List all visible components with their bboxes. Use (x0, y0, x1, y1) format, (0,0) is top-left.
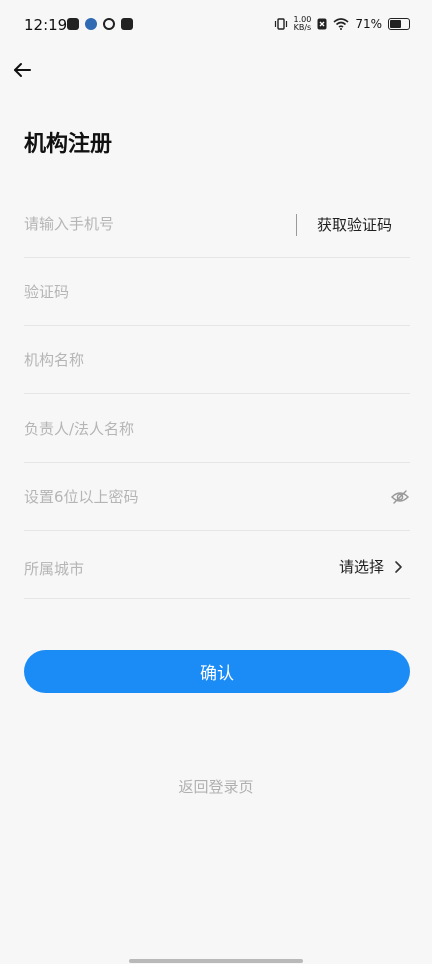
password-row (24, 463, 410, 531)
city-select-value: 请选择 (338, 558, 384, 576)
battery-icon (388, 18, 410, 30)
org-name-input[interactable] (24, 348, 274, 372)
person-row (24, 395, 410, 463)
back-to-login-link[interactable]: 返回登录页 (0, 776, 432, 797)
city-row[interactable]: 所属城市 请选择 (24, 531, 410, 599)
verification-code-input[interactable] (24, 280, 274, 304)
message-icon (121, 18, 133, 30)
battery-percent: 71% (355, 17, 382, 31)
status-time: 12:19 (24, 16, 68, 34)
tiktok-icon (67, 18, 79, 30)
vibrate-icon (274, 18, 287, 30)
page-title: 机构注册 (24, 132, 113, 157)
phone-row: 获取验证码 (24, 190, 410, 258)
chevron-right-icon (395, 560, 402, 573)
app-notification-icon (85, 18, 97, 30)
city-select[interactable]: 请选择 (339, 556, 406, 577)
sync-icon (103, 18, 115, 30)
eye-off-icon[interactable] (390, 487, 410, 507)
password-input[interactable] (24, 485, 274, 509)
back-button[interactable] (10, 58, 36, 82)
home-indicator[interactable] (129, 959, 303, 963)
status-right-group: 1.00 KB/s 71% (274, 16, 410, 32)
arrow-left-icon (14, 63, 31, 77)
code-row (24, 258, 410, 326)
no-sim-icon (317, 18, 327, 30)
city-label: 所属城市 (24, 560, 85, 578)
network-speed: 1.00 KB/s (294, 16, 312, 32)
status-bar: 12:19 1.00 KB/s 71% (0, 0, 432, 52)
phone-input[interactable] (24, 212, 274, 236)
notification-icons (67, 18, 133, 30)
org-name-row (24, 326, 410, 394)
legal-person-input[interactable] (24, 417, 274, 441)
vertical-divider (296, 214, 297, 236)
wifi-icon (333, 18, 349, 30)
network-speed-unit: KB/s (293, 23, 312, 32)
get-code-button[interactable]: 获取验证码 (317, 214, 392, 235)
confirm-button[interactable]: 确认 (24, 650, 410, 693)
